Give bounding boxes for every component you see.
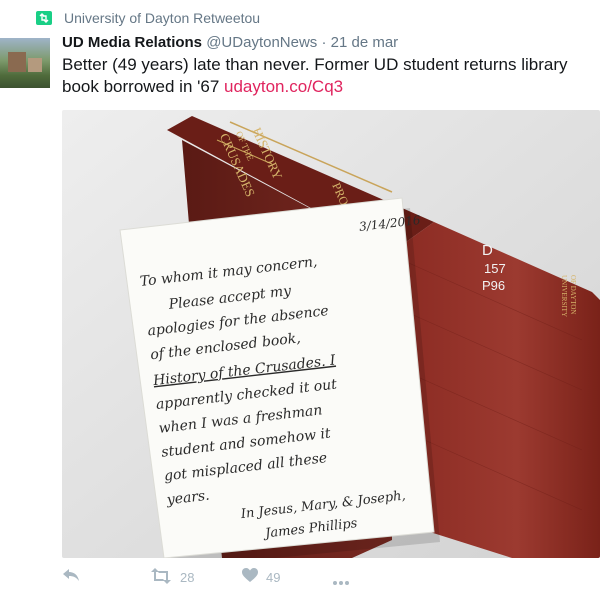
library-line-1: UNIVERSITY [560,275,568,317]
tweet-header: UD Media Relations @UDaytonNews · 21 de … [62,34,398,51]
tweet-link[interactable]: udayton.co/Cq3 [224,77,343,96]
avatar[interactable] [0,38,50,88]
tweet-date[interactable]: 21 de mar [331,34,399,51]
call-number-line-2: 157 [484,261,506,276]
reply-button[interactable] [62,568,80,585]
more-button[interactable] [332,574,350,589]
retweet-context: University of Dayton Retweetou [36,10,260,26]
author-handle[interactable]: @UDaytonNews [206,34,317,51]
separator: · [321,34,327,51]
like-button[interactable]: 49 [242,568,280,586]
author-name[interactable]: UD Media Relations [62,34,202,51]
tweet-photo[interactable]: HISTORY OF THE CRUSADES PROCTOR D 157 P9… [62,110,600,558]
retweet-count: 28 [180,570,195,585]
tweet-actions: 28 49 [62,568,362,592]
like-count: 49 [266,569,281,585]
tweet-text: Better (49 years) late than never. Forme… [62,54,590,98]
more-icon [332,574,350,589]
retweet-context-label[interactable]: University of Dayton Retweetou [64,10,260,26]
retweet-button[interactable]: 28 [150,568,194,587]
retweet-icon [150,568,172,587]
call-number-line-1: D [482,242,493,259]
handwritten-note: 3/14/2016 To whom it may concern, Please… [119,197,435,558]
library-line-2: OF DAYTON [569,275,577,314]
reply-icon [62,568,80,585]
call-number-line-3: P96 [482,278,505,293]
retweet-icon [36,11,52,25]
heart-icon [242,568,258,586]
